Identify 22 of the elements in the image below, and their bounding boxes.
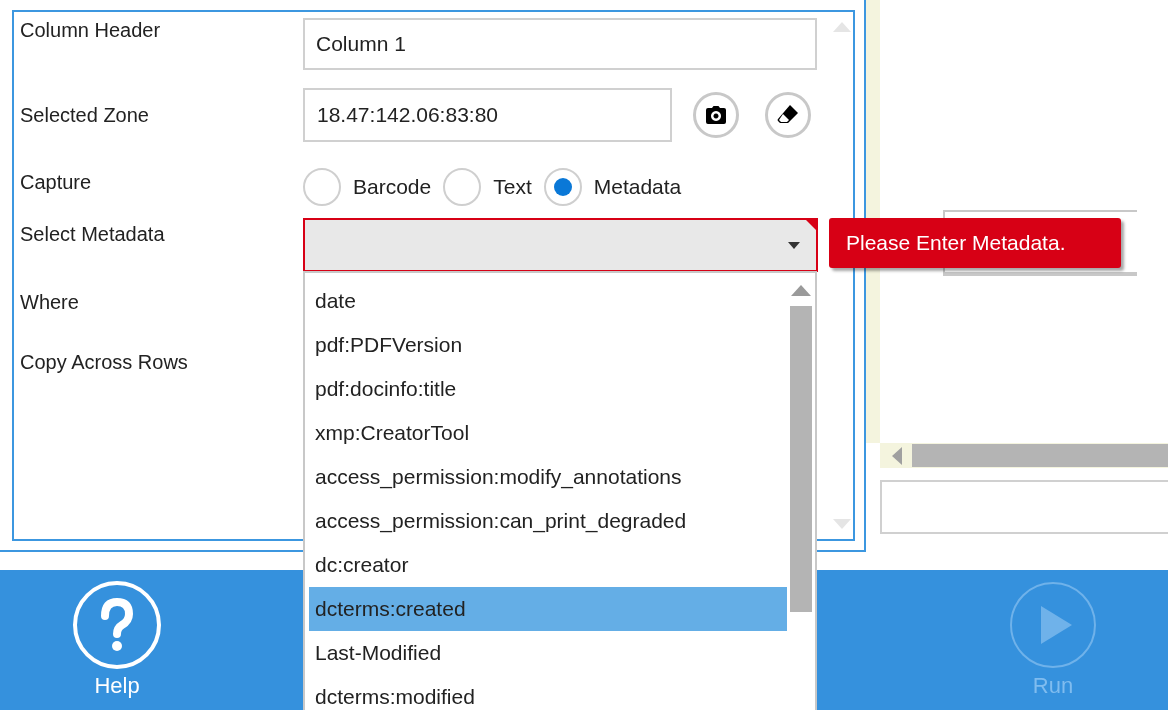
field-label: Capture bbox=[20, 170, 93, 194]
error-tooltip: Please Enter Metadata. bbox=[829, 218, 1121, 268]
field-label: Column Header bbox=[20, 18, 162, 42]
metadata-option[interactable]: pdf:PDFVersion bbox=[309, 323, 787, 367]
column-header-field[interactable]: Column 1 bbox=[303, 18, 817, 70]
selected-zone-field[interactable]: 18.47:142.06:83:80 bbox=[303, 88, 672, 142]
metadata-option[interactable]: dc:creator bbox=[309, 543, 787, 587]
field-label: Select Metadata bbox=[20, 222, 166, 246]
metadata-option[interactable]: dcterms:modified bbox=[309, 675, 787, 710]
capture-radio[interactable]: Text bbox=[443, 168, 532, 206]
metadata-option[interactable]: pdf:docinfo:title bbox=[309, 367, 787, 411]
metadata-option[interactable]: access_permission:can_print_degraded bbox=[309, 499, 787, 543]
metadata-option[interactable]: dcterms:created bbox=[309, 587, 787, 631]
metadata-option[interactable]: date bbox=[309, 279, 787, 323]
metadata-option[interactable]: access_permission:modify_annotations bbox=[309, 455, 787, 499]
metadata-option[interactable]: Last-Modified bbox=[309, 631, 787, 675]
field-label: Where bbox=[20, 290, 80, 314]
capture-radio[interactable]: Barcode bbox=[303, 168, 432, 206]
capture-radio[interactable]: Metadata bbox=[543, 168, 682, 206]
field-label: Copy Across Rows bbox=[20, 350, 189, 374]
field-label: Selected Zone bbox=[20, 103, 150, 127]
metadata-option[interactable]: xmp:CreatorTool bbox=[309, 411, 787, 455]
